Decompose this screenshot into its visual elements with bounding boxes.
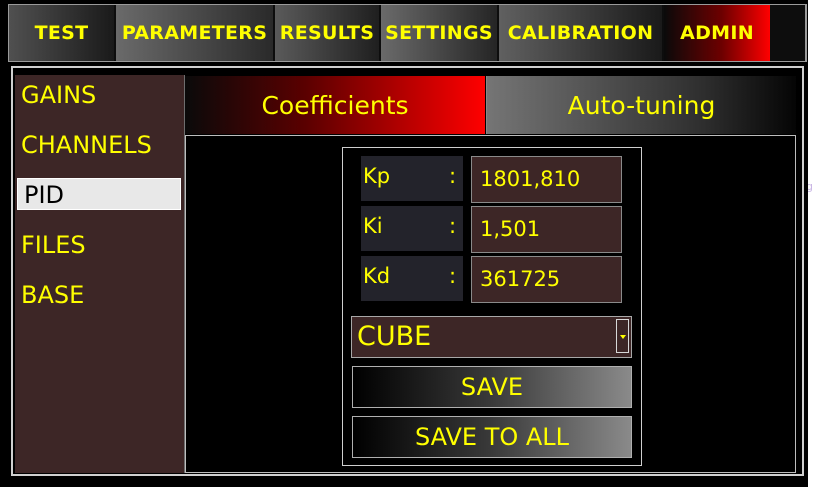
save-to-all-button[interactable]: SAVE TO ALL bbox=[352, 416, 632, 458]
menu-tab-calibration[interactable]: CALIBRATION bbox=[499, 5, 662, 61]
dropdown-arrow-icon[interactable] bbox=[616, 319, 629, 353]
ki-separator: : bbox=[449, 214, 457, 238]
mode-select-value: CUBE bbox=[357, 321, 432, 352]
sidebar-item-pid[interactable]: PID bbox=[17, 178, 181, 210]
menu-tab-parameters[interactable]: PARAMETERS bbox=[116, 5, 273, 61]
app-window: TEST PARAMETERS RESULTS SETTINGS CALIBRA… bbox=[0, 0, 808, 487]
kd-label-box: Kd : bbox=[361, 256, 463, 301]
top-menu-bar: TEST PARAMETERS RESULTS SETTINGS CALIBRA… bbox=[8, 4, 805, 62]
save-button[interactable]: SAVE bbox=[352, 366, 632, 408]
sidebar-item-channels[interactable]: CHANNELS bbox=[15, 129, 180, 161]
menu-tab-results[interactable]: RESULTS bbox=[275, 5, 379, 61]
kp-separator: : bbox=[449, 164, 457, 188]
ki-input[interactable]: 1,501 bbox=[471, 206, 622, 253]
kd-separator: : bbox=[449, 264, 457, 288]
kp-label-box: Kp : bbox=[361, 156, 463, 201]
sidebar-item-files[interactable]: FILES bbox=[15, 229, 180, 261]
sidebar: GAINS CHANNELS PID FILES BASE bbox=[15, 75, 185, 473]
sidebar-item-gains[interactable]: GAINS bbox=[15, 79, 180, 111]
menu-tab-settings[interactable]: SETTINGS bbox=[381, 5, 497, 61]
sidebar-item-base[interactable]: BASE bbox=[15, 279, 180, 311]
tab-coefficients[interactable]: Coefficients bbox=[185, 76, 485, 134]
kd-label: Kd bbox=[363, 264, 391, 288]
ki-label: Ki bbox=[363, 214, 383, 238]
menu-border bbox=[805, 4, 807, 62]
tab-auto-tuning[interactable]: Auto-tuning bbox=[486, 76, 796, 134]
menu-tab-admin[interactable]: ADMIN bbox=[664, 5, 770, 61]
mode-select[interactable]: CUBE bbox=[351, 316, 632, 358]
ki-label-box: Ki : bbox=[361, 206, 463, 251]
kp-input[interactable]: 1801,810 bbox=[471, 156, 622, 203]
menu-tab-test[interactable]: TEST bbox=[9, 5, 114, 61]
kp-label: Kp bbox=[363, 164, 391, 188]
kd-input[interactable]: 361725 bbox=[471, 256, 622, 303]
